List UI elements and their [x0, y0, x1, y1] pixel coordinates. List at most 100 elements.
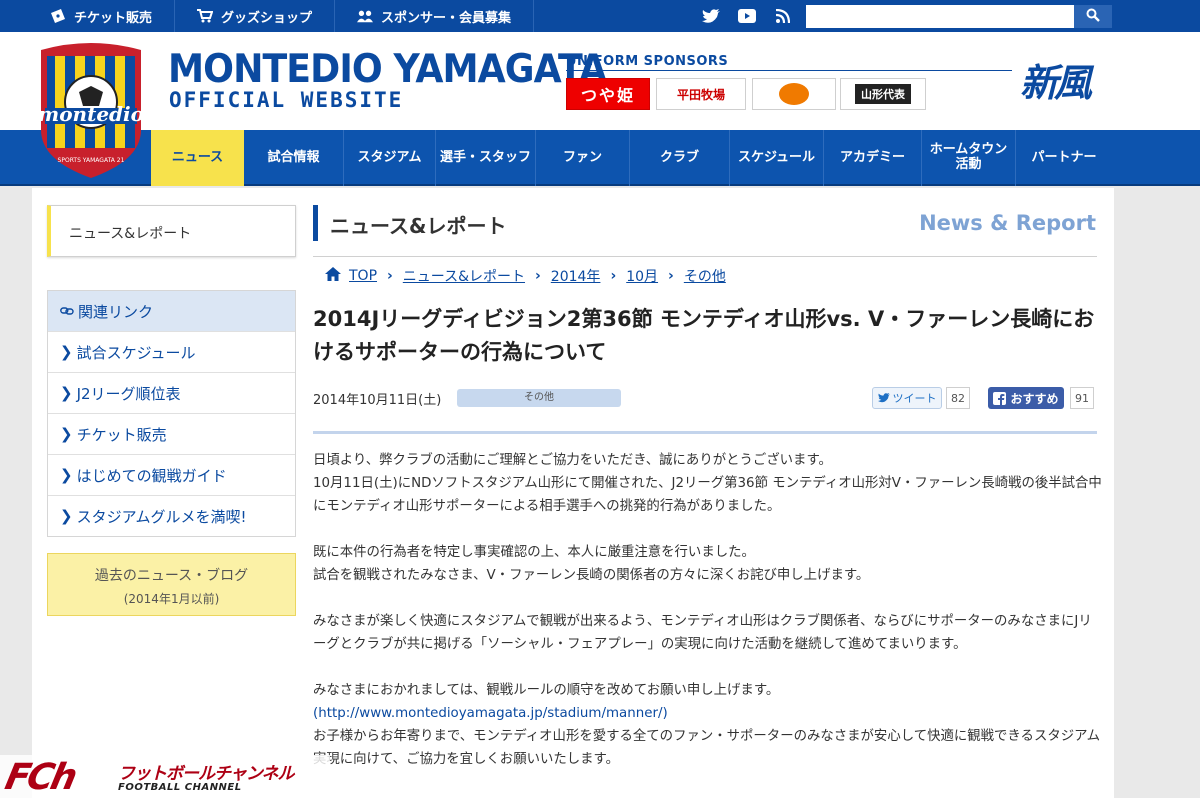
past-news-archive-button[interactable]: 過去のニュース・ブログ (2014年1月以前) [47, 553, 296, 616]
home-icon [325, 267, 341, 285]
rss-icon[interactable] [772, 6, 794, 26]
people-icon [357, 8, 374, 24]
ticket-icon [50, 8, 66, 24]
nav-news[interactable]: ニュース [151, 130, 244, 186]
stadium-manner-link[interactable]: (http://www.montedioyamagata.jp/stadium/… [313, 706, 668, 721]
facebook-recommend-button[interactable]: おすすめ [988, 387, 1064, 409]
article-date: 2014年10月11日(土) [313, 393, 442, 408]
nav-hometown[interactable]: ホームタウン 活動 [922, 130, 1016, 186]
nav-partner[interactable]: パートナー [1016, 130, 1112, 186]
chevron-right-icon: › [387, 268, 393, 284]
football-channel-watermark: FCh フットボールチャンネル FOOTBALL CHANNEL [0, 755, 330, 798]
shinpu-brush-logo: 新風 [1020, 60, 1092, 105]
goods-shop-label: グッズショップ [221, 10, 313, 26]
orange-logo-icon [779, 83, 809, 105]
search-icon [1086, 7, 1100, 26]
sidebar-news-report-label: ニュース&レポート [69, 226, 192, 242]
breadcrumb-year[interactable]: 2014年 [551, 266, 601, 286]
link-stadium-gourmet[interactable]: ❯ スタジアムグルメを満喫! [48, 495, 295, 536]
section-divider [313, 256, 1097, 257]
article-paragraph-text: みなさまにおかれましては、観戦ルールの順守を改めてお願い申し上げます。 [313, 683, 780, 698]
nav-fan[interactable]: ファン [536, 130, 630, 186]
archive-title: 過去のニュース・ブログ [94, 568, 249, 584]
chevron-right-icon: ❯ [60, 507, 73, 525]
link-viewing-guide[interactable]: ❯ はじめての観戦ガイド [48, 454, 295, 495]
tweet-button[interactable]: ツイート [872, 387, 942, 409]
sponsor-yamagata-daihyo[interactable]: 山形代表 [840, 78, 926, 110]
section-accent-bar [313, 205, 318, 241]
link-viewing-guide-label: はじめての観戦ガイド [76, 466, 227, 485]
article-paragraph-text: お子様からお年寄りまで、モンテディオ山形を愛する全てのファン・サポーターのみなさ… [313, 729, 1100, 767]
link-match-schedule-label: 試合スケジュール [76, 343, 196, 362]
facebook-count: 91 [1070, 387, 1094, 409]
tweet-count: 82 [946, 387, 970, 409]
sponsor-divider [566, 70, 1012, 71]
breadcrumb-top[interactable]: TOP [349, 268, 377, 284]
top-utility-bar: チケット販売 グッズショップ スポンサー・会員募集 [0, 0, 1200, 32]
related-links-title: 関連リンク [78, 302, 154, 321]
cart-icon [197, 8, 214, 24]
sponsor-tsuyahime[interactable]: つや姫 [566, 78, 650, 110]
fch-logo: FCh [1, 757, 78, 798]
nav-players-staff[interactable]: 選手・スタッフ [436, 130, 536, 186]
article-paragraph: みなさまが楽しく快適にスタジアムで観戦が出来るよう、モンテディオ山形はクラブ関係… [313, 614, 1092, 652]
chevron-right-icon: ❯ [60, 384, 73, 402]
sponsor-recruit-label: スポンサー・会員募集 [381, 10, 512, 26]
watermark-en-text: FOOTBALL CHANNEL [118, 782, 242, 793]
tweet-label: ツイート [892, 392, 937, 405]
nav-match-info[interactable]: 試合情報 [244, 130, 344, 186]
article-paragraph: 日頃より、弊クラブの活動にご理解とご協力をいただき、誠にありがとうございます。 … [313, 453, 1102, 514]
svg-text:SPORTS YAMAGATA 21: SPORTS YAMAGATA 21 [58, 157, 125, 164]
chevron-right-icon: ❯ [60, 466, 73, 484]
twitter-icon[interactable] [700, 6, 722, 26]
site-title[interactable]: MONTEDIO YAMAGATA [168, 50, 607, 89]
link-j2-standings[interactable]: ❯ J2リーグ順位表 [48, 372, 295, 413]
ticket-sales-link[interactable]: チケット販売 [32, 0, 176, 32]
category-badge[interactable]: その他 [457, 389, 621, 407]
sponsor-hirata-farm[interactable]: 平田牧場 [656, 78, 746, 110]
article-divider [313, 431, 1097, 434]
youtube-icon[interactable] [736, 6, 758, 26]
goods-shop-link[interactable]: グッズショップ [175, 0, 336, 32]
sidebar-news-report[interactable]: ニュース&レポート [47, 205, 296, 257]
link-match-schedule[interactable]: ❯ 試合スケジュール [48, 331, 295, 372]
link-j2-standings-label: J2リーグ順位表 [76, 384, 181, 403]
ticket-sales-label: チケット販売 [74, 10, 153, 26]
breadcrumb-month[interactable]: 10月 [626, 266, 658, 286]
sponsor-recruit-link[interactable]: スポンサー・会員募集 [335, 0, 535, 32]
chevron-right-icon: › [610, 268, 617, 284]
main-nav: ニュース 試合情報 スタジアム 選手・スタッフ ファン クラブ スケジュール ア… [0, 130, 1200, 186]
archive-period: (2014年1月以前) [123, 592, 220, 606]
nav-stadium[interactable]: スタジアム [344, 130, 436, 186]
chevron-right-icon: › [535, 268, 541, 284]
section-title-en: News & Report [919, 211, 1096, 235]
facebook-icon [993, 391, 1007, 405]
article-title: 2014Jリーグディビジョン2第36節 モンテディオ山形vs. V・ファーレン長… [313, 307, 1095, 364]
breadcrumb: TOP › ニュース&レポート › 2014年 › 10月 › その他 [325, 266, 726, 286]
twitter-icon [877, 393, 890, 403]
link-ticket-sales[interactable]: ❯ チケット販売 [48, 413, 295, 454]
uniform-sponsors-heading: UNIFORM SPONSORS [566, 54, 729, 69]
nav-club[interactable]: クラブ [630, 130, 730, 186]
nav-schedule[interactable]: スケジュール [730, 130, 824, 186]
club-emblem-logo[interactable]: montedio SPORTS YAMAGATA 21 [35, 42, 147, 180]
chevron-right-icon: › [668, 268, 674, 284]
sponsor-yamagata-daihyo-label: 山形代表 [855, 84, 911, 104]
sponsor-hirata-farm-label: 平田牧場 [676, 87, 725, 102]
breadcrumb-news-report[interactable]: ニュース&レポート [403, 266, 525, 286]
search-input[interactable] [806, 5, 1074, 28]
site-subtitle: OFFICIAL WEBSITE [169, 88, 404, 112]
link-chain-icon [60, 305, 74, 317]
breadcrumb-category[interactable]: その他 [684, 266, 726, 286]
link-stadium-gourmet-label: スタジアムグルメを満喫! [76, 507, 247, 526]
sponsor-tsuyahime-label: つや姫 [580, 86, 635, 105]
sponsor-orange-logo[interactable] [752, 78, 836, 110]
social-links [700, 0, 794, 32]
search-button[interactable] [1074, 5, 1112, 28]
related-links-heading: 関連リンク [48, 291, 295, 331]
article-paragraph: みなさまにおかれましては、観戦ルールの順守を改めてお願い申し上げます。 (htt… [313, 679, 1103, 771]
link-ticket-sales-label: チケット販売 [76, 425, 167, 444]
chevron-right-icon: ❯ [60, 343, 73, 361]
article-paragraph: 既に本件の行為者を特定し事実確認の上、本人に厳重注意を行いました。 試合を観戦さ… [313, 545, 870, 583]
nav-academy[interactable]: アカデミー [824, 130, 922, 186]
